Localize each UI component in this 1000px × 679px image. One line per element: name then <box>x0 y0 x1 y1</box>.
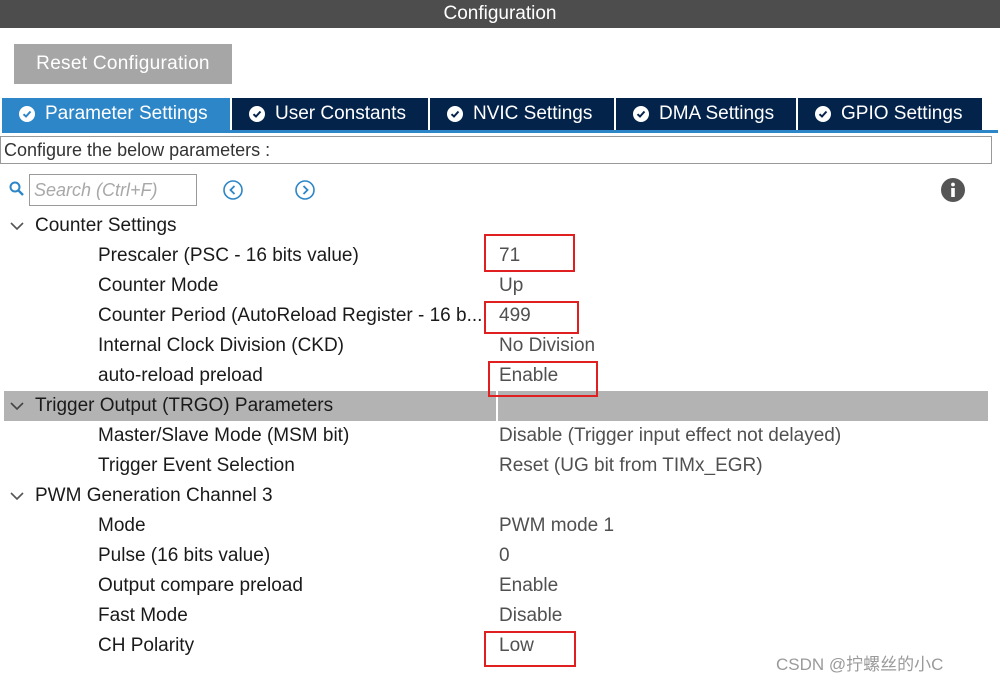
param-row[interactable]: Trigger Event Selection Reset (UG bit fr… <box>0 451 990 481</box>
check-circle-icon <box>815 106 831 122</box>
param-value[interactable]: Disable (Trigger input effect not delaye… <box>499 425 841 447</box>
param-value[interactable]: No Division <box>499 335 595 357</box>
tab-label: User Constants <box>275 103 406 124</box>
param-value[interactable]: Up <box>499 275 523 297</box>
window-title: Configuration <box>0 0 1000 28</box>
group-label: PWM Generation Channel 3 <box>35 485 273 506</box>
param-value[interactable]: Disable <box>499 605 562 627</box>
tab-nvic-settings[interactable]: NVIC Settings <box>430 98 616 130</box>
param-row[interactable]: Output compare preload Enable <box>0 571 990 601</box>
check-circle-icon <box>19 106 35 122</box>
param-row[interactable]: Internal Clock Division (CKD) No Divisio… <box>0 331 990 361</box>
param-name[interactable]: Trigger Event Selection <box>98 455 490 477</box>
tab-label: DMA Settings <box>659 103 775 124</box>
param-row[interactable]: Fast Mode Disable <box>0 601 990 631</box>
param-value[interactable]: PWM mode 1 <box>499 515 614 537</box>
group-counter-settings[interactable]: Counter Settings <box>0 211 990 241</box>
param-value[interactable]: Reset (UG bit from TIMx_EGR) <box>499 455 763 477</box>
param-name[interactable]: Master/Slave Mode (MSM bit) <box>98 425 490 447</box>
column-separator <box>496 391 498 421</box>
param-name[interactable]: Counter Mode <box>98 275 490 297</box>
param-row[interactable]: Mode PWM mode 1 <box>0 511 990 541</box>
tab-label: NVIC Settings <box>473 103 593 124</box>
search-input[interactable] <box>29 174 197 206</box>
param-name[interactable]: Pulse (16 bits value) <box>98 545 490 567</box>
param-row[interactable]: Counter Mode Up <box>0 271 990 301</box>
watermark-text: CSDN @拧螺丝的小C <box>776 655 944 674</box>
param-name[interactable]: auto-reload preload <box>98 365 490 387</box>
info-icon[interactable] <box>940 177 966 203</box>
tab-dma-settings[interactable]: DMA Settings <box>616 98 798 130</box>
param-value[interactable]: Enable <box>499 365 558 387</box>
param-name[interactable]: Prescaler (PSC - 16 bits value) <box>98 245 490 267</box>
param-name[interactable]: Internal Clock Division (CKD) <box>98 335 490 357</box>
tab-label: Parameter Settings <box>45 103 208 124</box>
tab-underline <box>2 130 998 133</box>
group-trigger-output[interactable]: Trigger Output (TRGO) Parameters <box>4 391 988 421</box>
param-value[interactable]: 499 <box>499 305 531 327</box>
check-circle-icon <box>249 106 265 122</box>
tab-label: GPIO Settings <box>841 103 963 124</box>
param-row[interactable]: Counter Period (AutoReload Register - 16… <box>0 301 990 331</box>
chevron-down-icon[interactable] <box>10 491 24 501</box>
param-name[interactable]: Fast Mode <box>98 605 490 627</box>
tab-parameter-settings[interactable]: Parameter Settings <box>2 98 232 130</box>
param-value[interactable]: Enable <box>499 575 558 597</box>
previous-match-icon[interactable] <box>222 179 244 201</box>
param-row[interactable]: Prescaler (PSC - 16 bits value) 71 <box>0 241 990 271</box>
tab-user-constants[interactable]: User Constants <box>232 98 430 130</box>
param-row[interactable]: Master/Slave Mode (MSM bit) Disable (Tri… <box>0 421 990 451</box>
description-text: Configure the below parameters : <box>0 136 992 164</box>
param-name[interactable]: CH Polarity <box>98 635 490 657</box>
tab-gpio-settings[interactable]: GPIO Settings <box>798 98 984 130</box>
check-circle-icon <box>447 106 463 122</box>
param-value[interactable]: 0 <box>499 545 510 567</box>
param-value[interactable]: Low <box>499 635 534 657</box>
param-name[interactable]: Output compare preload <box>98 575 490 597</box>
param-name[interactable]: Mode <box>98 515 490 537</box>
next-match-icon[interactable] <box>294 179 316 201</box>
param-row[interactable]: Pulse (16 bits value) 0 <box>0 541 990 571</box>
tab-bar: Parameter Settings User Constants NVIC S… <box>2 98 984 130</box>
search-icon <box>9 181 24 196</box>
group-pwm-channel-3[interactable]: PWM Generation Channel 3 <box>0 481 990 511</box>
param-row[interactable]: auto-reload preload Enable <box>0 361 990 391</box>
param-name[interactable]: Counter Period (AutoReload Register - 16… <box>98 305 490 327</box>
check-circle-icon <box>633 106 649 122</box>
param-value[interactable]: 71 <box>499 245 520 267</box>
chevron-down-icon[interactable] <box>10 221 24 231</box>
reset-configuration-button[interactable]: Reset Configuration <box>14 44 232 84</box>
group-label: Trigger Output (TRGO) Parameters <box>35 395 334 416</box>
chevron-down-icon[interactable] <box>10 401 24 411</box>
group-label: Counter Settings <box>35 215 177 236</box>
